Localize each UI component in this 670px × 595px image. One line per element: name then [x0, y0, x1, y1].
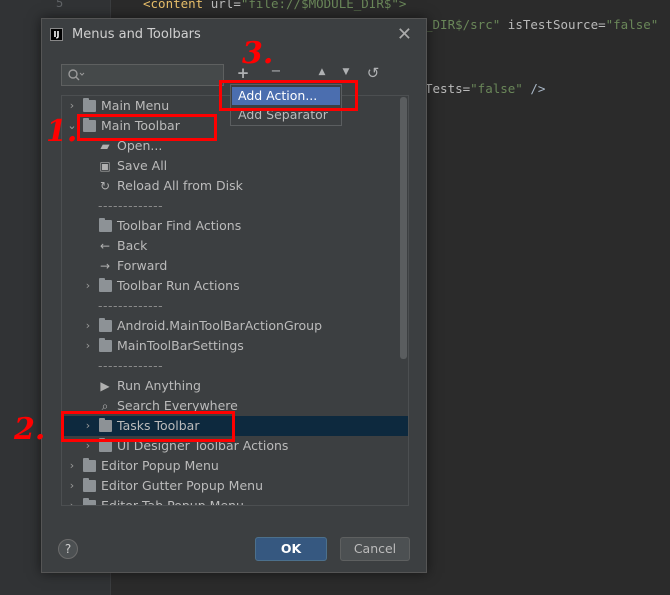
tree-item-label: Toolbar Run Actions	[117, 278, 240, 293]
tree-scrollbar[interactable]	[400, 97, 407, 359]
tree-item-label: Forward	[117, 258, 168, 273]
restore-icon[interactable]: ↺	[365, 64, 381, 84]
expand-arrow-icon[interactable]: ›	[66, 456, 78, 476]
tree-item-label: Back	[117, 238, 148, 253]
tree-item-reload-all-from-disk[interactable]: ↻ Reload All from Disk	[62, 176, 408, 196]
reload-icon: ↻	[99, 179, 111, 193]
annotation-box-add-action	[219, 80, 358, 111]
tree-item-label: Editor Tab Popup Menu	[101, 498, 244, 506]
expand-arrow-icon[interactable]: ›	[82, 316, 94, 336]
tree-item-run-anything[interactable]: ▶ Run Anything	[62, 376, 408, 396]
tree-item-back[interactable]: ← Back	[62, 236, 408, 256]
run-anything-icon: ▶	[100, 379, 110, 393]
help-button[interactable]: ?	[58, 539, 78, 559]
tree-item-label: Save All	[117, 158, 168, 173]
tree-item-forward[interactable]: → Forward	[62, 256, 408, 276]
expand-arrow-icon[interactable]: ›	[66, 96, 78, 116]
tree-item-android-maintoolbaractiongroup[interactable]: › Android.MainToolBarActionGroup	[62, 316, 408, 336]
tree-item-label: Run Anything	[117, 378, 201, 393]
tree-item-label: Editor Popup Menu	[101, 458, 219, 473]
expand-arrow-icon[interactable]: ›	[82, 336, 94, 356]
folder-icon	[83, 498, 96, 505]
menus-tree[interactable]: › Main Menu ⌄ Main Toolbar ▰ Open... ▣ Save All…	[61, 95, 409, 506]
tree-item-label: MainToolBarSettings	[117, 338, 244, 353]
folder-icon	[99, 218, 112, 232]
tree-item-label: Toolbar Find Actions	[117, 218, 242, 233]
tree-item-editor-gutter-popup-menu[interactable]: › Editor Gutter Popup Menu	[62, 476, 408, 496]
annotation-mark-3: 3.	[242, 36, 274, 71]
cancel-button[interactable]: Cancel	[340, 537, 410, 561]
folder-icon	[99, 278, 112, 292]
tree-item-label: Reload All from Disk	[117, 178, 243, 193]
annotation-box-tasks-toolbar	[61, 411, 235, 442]
tree-item-toolbar-find-actions[interactable]: Toolbar Find Actions	[62, 216, 408, 236]
tree-item-toolbar-run-actions[interactable]: › Toolbar Run Actions	[62, 276, 408, 296]
tree-item-editor-popup-menu[interactable]: › Editor Popup Menu	[62, 456, 408, 476]
folder-icon	[83, 98, 96, 112]
tree-item-editor-tab-popup-menu[interactable]: › Editor Tab Popup Menu	[62, 496, 408, 506]
code-line-2: _DIR$/src" isTestSource="false"	[425, 17, 659, 32]
tree-item-label: Main Menu	[101, 98, 170, 113]
back-icon: ←	[99, 239, 111, 253]
tree-item-save-all[interactable]: ▣ Save All	[62, 156, 408, 176]
dialog-title: Menus and Toolbars	[72, 27, 201, 42]
tree-separator[interactable]: -------------	[62, 356, 408, 376]
expand-arrow-icon[interactable]: ›	[66, 496, 78, 505]
tree-item-maintoolbarsettings[interactable]: › MainToolBarSettings	[62, 336, 408, 356]
search-input[interactable]	[61, 64, 224, 86]
separator-label: -------------	[98, 358, 164, 373]
code-line-3: Tests="false" />	[425, 81, 546, 96]
dialog-titlebar: IJ Menus and Toolbars ✕	[42, 19, 426, 51]
ok-button[interactable]: OK	[255, 537, 327, 561]
folder-icon	[99, 338, 112, 352]
close-icon[interactable]: ✕	[397, 24, 412, 45]
intellij-app-icon: IJ	[50, 28, 63, 41]
line-number: 5	[56, 0, 64, 10]
annotation-box-main-toolbar	[77, 114, 217, 141]
folder-icon	[99, 318, 112, 332]
folder-icon	[83, 458, 96, 472]
expand-arrow-icon[interactable]: ›	[82, 276, 94, 296]
tree-separator[interactable]: -------------	[62, 196, 408, 216]
forward-icon: →	[99, 259, 111, 273]
annotation-mark-2: 2.	[14, 412, 46, 447]
tree-item-label: Editor Gutter Popup Menu	[101, 478, 264, 493]
separator-label: -------------	[98, 298, 164, 313]
folder-icon	[83, 478, 96, 492]
search-icon	[68, 69, 85, 81]
separator-label: -------------	[98, 198, 164, 213]
expand-arrow-icon[interactable]: ›	[66, 476, 78, 496]
annotation-mark-1: 1.	[46, 114, 78, 149]
save-icon: ▣	[99, 159, 111, 173]
tree-separator[interactable]: -------------	[62, 296, 408, 316]
code-line-1: <content url="file://$MODULE_DIR$">	[143, 0, 407, 11]
tree-item-label: Android.MainToolBarActionGroup	[117, 318, 322, 333]
